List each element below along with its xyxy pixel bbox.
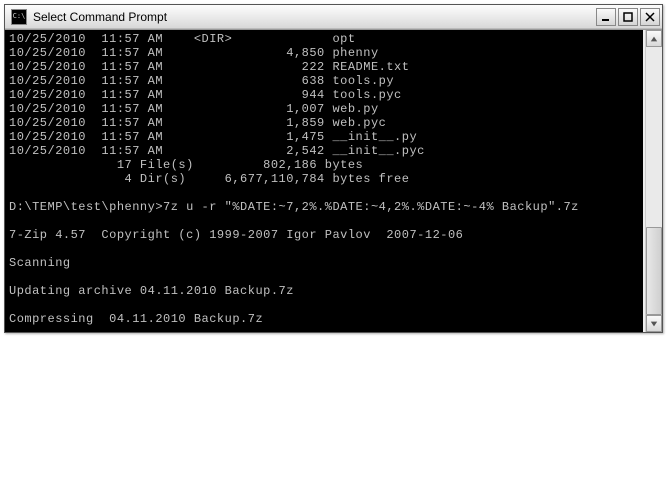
cmd-icon: C:\ (11, 9, 27, 25)
maximize-icon (623, 12, 633, 22)
vertical-scrollbar[interactable] (645, 30, 662, 332)
window-controls (596, 8, 660, 26)
titlebar[interactable]: C:\ Select Command Prompt (5, 5, 662, 29)
chevron-up-icon (650, 35, 658, 43)
command-prompt-window: C:\ Select Command Prompt 10/25/2010 11:… (4, 4, 663, 333)
close-button[interactable] (640, 8, 660, 26)
window-title: Select Command Prompt (31, 10, 596, 24)
scroll-up-button[interactable] (646, 30, 662, 47)
minimize-icon (601, 12, 611, 22)
close-icon (645, 12, 655, 22)
minimize-button[interactable] (596, 8, 616, 26)
scrollbar-track[interactable] (646, 47, 662, 315)
console-area: 10/25/2010 11:57 AM <DIR> opt 10/25/2010… (5, 29, 662, 332)
scroll-down-button[interactable] (646, 315, 662, 332)
chevron-down-icon (650, 320, 658, 328)
scrollbar-thumb[interactable] (646, 227, 662, 315)
maximize-button[interactable] (618, 8, 638, 26)
terminal-output[interactable]: 10/25/2010 11:57 AM <DIR> opt 10/25/2010… (5, 30, 645, 332)
